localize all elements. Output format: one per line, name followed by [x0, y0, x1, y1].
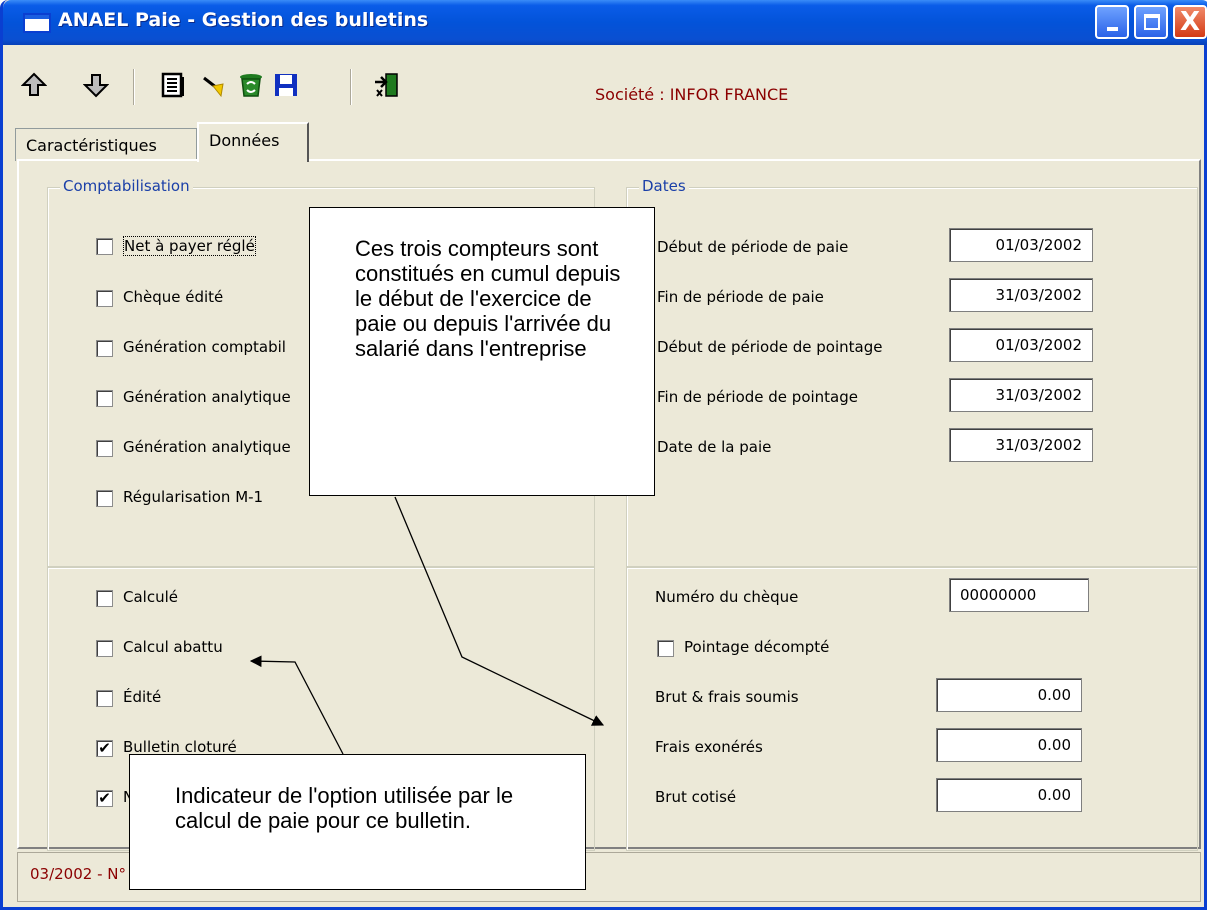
maximize-icon: [1144, 14, 1160, 30]
checkbox-box[interactable]: [96, 690, 113, 707]
societe-label: Société : INFOR FRANCE: [595, 85, 789, 104]
arrow-up-icon[interactable]: [21, 72, 47, 98]
brut-frais-soumis-field[interactable]: 0.00: [936, 678, 1082, 712]
date-paie-label: Date de la paie: [657, 438, 772, 456]
debut-periode-paie-label: Début de période de paie: [657, 238, 849, 256]
title-bar[interactable]: ANAEL Paie - Gestion des bulletins X: [3, 0, 1207, 45]
checkbox-label: Net à payer réglé: [123, 236, 256, 256]
fin-periode-paie-field[interactable]: 31/03/2002: [949, 278, 1093, 312]
app-window-icon: [23, 13, 51, 33]
checkbox-box[interactable]: [96, 640, 113, 657]
paiement-group: Numéro du chèque 00000000 Pointage décom…: [626, 567, 1198, 851]
debut-periode-pointage-field[interactable]: 01/03/2002: [949, 328, 1093, 362]
checkbox-box[interactable]: [96, 390, 113, 407]
debut-periode-paie-field[interactable]: 01/03/2002: [949, 228, 1093, 262]
toolbar-separator: [133, 69, 135, 105]
tab-caracteristiques[interactable]: Caractéristiques: [15, 128, 197, 161]
checkbox-box[interactable]: [657, 640, 674, 657]
checkbox-box[interactable]: ✔: [96, 790, 113, 807]
recycle-icon[interactable]: [238, 72, 264, 98]
checkbox-label: Édité: [123, 688, 162, 706]
toolbar-separator: [350, 69, 352, 105]
checkbox-label: Génération comptabil: [123, 338, 286, 356]
arrow-down-icon[interactable]: [83, 72, 109, 98]
checkbox-box[interactable]: [96, 590, 113, 607]
brut-cotise-label: Brut cotisé: [655, 788, 737, 806]
checkbox-label: Pointage décompté: [684, 638, 830, 656]
close-icon: X: [1179, 7, 1201, 37]
minimize-button[interactable]: [1095, 5, 1129, 39]
brut-cotise-field[interactable]: 0.00: [936, 778, 1082, 812]
brut-frais-soumis-label: Brut & frais soumis: [655, 688, 799, 706]
numero-cheque-label: Numéro du chèque: [655, 588, 799, 606]
checkbox-box[interactable]: [96, 290, 113, 307]
checkbox-label: Génération analytique: [123, 438, 291, 456]
callout-indicateur-option: Indicateur de l'option utilisée par le c…: [129, 754, 586, 890]
close-button[interactable]: X: [1173, 5, 1207, 39]
checkbox-label: Calcul abattu: [123, 638, 223, 656]
fin-periode-pointage-field[interactable]: 31/03/2002: [949, 378, 1093, 412]
fin-periode-pointage-label: Fin de période de pointage: [657, 388, 858, 406]
numero-cheque-field[interactable]: 00000000: [949, 578, 1089, 612]
checkbox-box[interactable]: [96, 238, 113, 255]
list-icon[interactable]: [160, 72, 186, 98]
checkbox-box[interactable]: [96, 440, 113, 457]
comptabilisation-legend: Comptabilisation: [60, 177, 193, 195]
edit-arrow-icon[interactable]: [201, 72, 227, 98]
debut-periode-pointage-label: Début de période de pointage: [657, 338, 883, 356]
toolbar: Société : INFOR FRANCE: [3, 45, 1204, 117]
checkbox-box[interactable]: [96, 490, 113, 507]
maximize-button[interactable]: [1134, 5, 1168, 39]
dates-group: Dates Début de période de paie 01/03/200…: [626, 177, 1198, 567]
fin-periode-paie-label: Fin de période de paie: [657, 288, 824, 306]
minimize-icon: [1107, 27, 1118, 31]
window-title: ANAEL Paie - Gestion des bulletins: [58, 9, 429, 31]
date-paie-field[interactable]: 31/03/2002: [949, 428, 1093, 462]
checkbox-box[interactable]: ✔: [96, 740, 113, 757]
checkbox-label: Régularisation M-1: [123, 488, 264, 506]
frais-exoneres-field[interactable]: 0.00: [936, 728, 1082, 762]
checkbox-label: Calculé: [123, 588, 178, 606]
exit-door-icon[interactable]: [373, 72, 399, 98]
checkbox-label: Génération analytique: [123, 388, 291, 406]
checkbox-label: Chèque édité: [123, 288, 224, 306]
save-icon[interactable]: [273, 72, 299, 98]
tab-donnees[interactable]: Données: [197, 122, 309, 162]
dates-legend: Dates: [639, 177, 689, 195]
checkbox-box[interactable]: [96, 340, 113, 357]
callout-compteurs: Ces trois compteurs sont constitués en c…: [309, 207, 655, 496]
frais-exoneres-label: Frais exonérés: [655, 738, 763, 756]
